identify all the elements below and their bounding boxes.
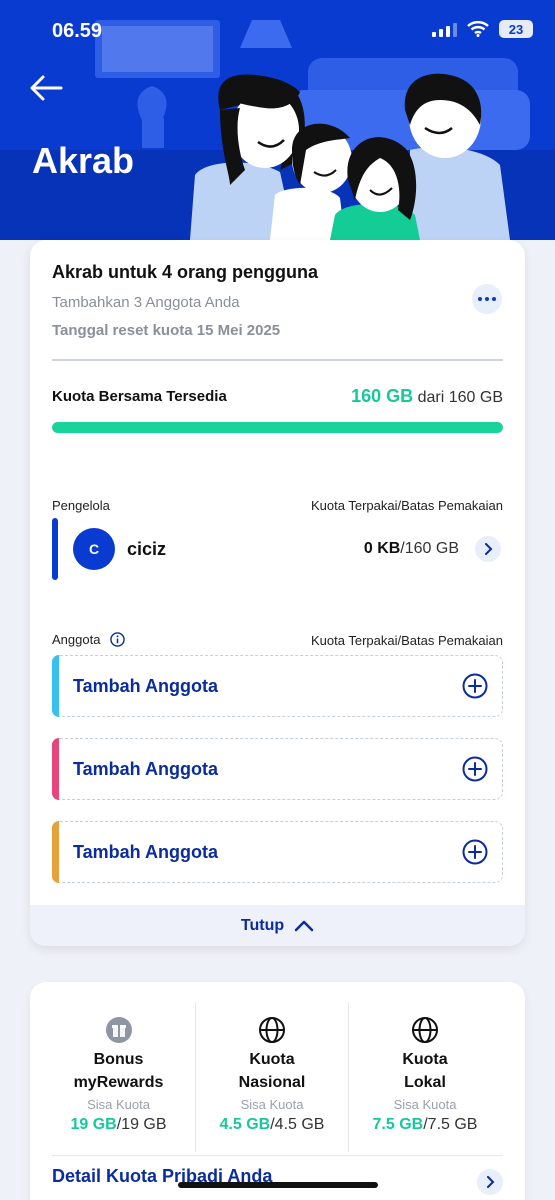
members-usage-header: Kuota Terpakai/Batas Pemakaian — [311, 633, 503, 648]
akrab-plan-card: Akrab untuk 4 orang pengguna Tambahkan 3… — [30, 240, 525, 946]
back-arrow-icon[interactable] — [28, 72, 64, 104]
plan-subtitle: Tambahkan 3 Anggota Anda — [52, 294, 240, 311]
quota-name-line2: myRewards — [73, 1074, 164, 1091]
member-accent — [52, 738, 59, 800]
header-banner: 06.59 23 Akrab — [0, 0, 555, 240]
shared-quota-available: 160 GB — [351, 386, 414, 406]
quota-remaining: 19 GB — [70, 1116, 117, 1133]
shared-quota-bar-fill — [52, 422, 503, 433]
shared-quota-total: dari 160 GB — [413, 389, 503, 406]
member-accent — [52, 821, 59, 883]
shared-quota-value: 160 GB dari 160 GB — [351, 386, 503, 407]
signal-icon — [432, 21, 457, 37]
status-time: 06.59 — [52, 20, 103, 42]
more-options-button[interactable] — [472, 284, 502, 314]
quota-column-lokal[interactable]: Kuota Lokal Sisa Kuota 7.5 GB/7.5 GB — [348, 1002, 501, 1152]
manager-row[interactable]: C ciciz 0 KB/160 GB — [52, 518, 503, 580]
quota-remaining: 4.5 GB — [219, 1116, 271, 1133]
collapse-button[interactable]: Tutup — [30, 905, 525, 946]
reset-date: Tanggal reset kuota 15 Mei 2025 — [52, 322, 281, 339]
quota-sub: Sisa Kuota — [393, 1097, 457, 1112]
member-accent — [52, 655, 59, 717]
collapse-label: Tutup — [240, 916, 285, 934]
quota-value: 7.5 GB/7.5 GB — [349, 1116, 501, 1134]
manager-usage-header: Kuota Terpakai/Batas Pemakaian — [311, 498, 503, 513]
quota-total: /4.5 GB — [270, 1116, 325, 1133]
quota-name-line2: Nasional — [238, 1074, 306, 1091]
quota-name-line1: Kuota — [402, 1051, 448, 1068]
chevron-right-icon — [487, 1176, 495, 1188]
quota-total: /7.5 GB — [423, 1116, 478, 1133]
quota-column-rewards[interactable]: Bonus myRewards Sisa Kuota 19 GB/19 GB — [42, 1002, 195, 1152]
manager-accent — [52, 518, 58, 580]
add-member-slot[interactable]: Tambah Anggota — [52, 821, 503, 883]
manager-name: ciciz — [127, 539, 167, 559]
home-indicator — [178, 1182, 378, 1188]
chevron-up-icon — [294, 920, 314, 931]
plus-circle-icon[interactable] — [462, 673, 488, 699]
more-dot-icon — [485, 297, 489, 301]
gift-icon — [105, 1017, 132, 1043]
plan-title: Akrab untuk 4 orang pengguna — [52, 262, 319, 282]
quota-value: 4.5 GB/4.5 GB — [196, 1116, 348, 1134]
add-member-slot[interactable]: Tambah Anggota — [52, 655, 503, 717]
add-member-label: Tambah Anggota — [73, 676, 218, 696]
quota-name-line1: Bonus — [93, 1051, 144, 1068]
globe-icon — [412, 1017, 438, 1043]
chevron-right-icon — [485, 543, 493, 555]
more-dot-icon — [492, 297, 496, 301]
manager-used: 0 KB — [363, 540, 401, 557]
manager-usage: 0 KB/160 GB — [364, 540, 459, 558]
divider — [52, 1155, 503, 1156]
quota-sub: Sisa Kuota — [87, 1097, 150, 1112]
quota-total: /19 GB — [116, 1116, 167, 1133]
quota-value: 19 GB/19 GB — [42, 1116, 195, 1134]
add-member-label: Tambah Anggota — [73, 759, 218, 779]
quota-sub: Sisa Kuota — [240, 1097, 304, 1112]
add-member-label: Tambah Anggota — [73, 842, 218, 862]
plus-circle-icon[interactable] — [462, 839, 488, 865]
plus-circle-icon[interactable] — [462, 756, 488, 782]
members-label-text: Anggota — [52, 632, 101, 647]
battery-icon: 23 — [499, 20, 533, 38]
personal-quota-card: Bonus myRewards Sisa Kuota 19 GB/19 GB K… — [30, 982, 525, 1200]
manager-section-label: Pengelola — [52, 498, 110, 513]
detail-quota-button[interactable] — [477, 1169, 503, 1195]
wifi-icon — [467, 21, 489, 37]
members-section-label: Anggota — [52, 632, 125, 647]
avatar: C — [73, 528, 115, 570]
quota-name-line2: Lokal — [404, 1074, 446, 1091]
manager-limit: /160 GB — [400, 540, 459, 557]
more-dot-icon — [478, 297, 482, 301]
status-icons: 23 — [432, 20, 533, 38]
globe-icon — [259, 1017, 285, 1043]
quota-name-line1: Kuota — [249, 1051, 295, 1068]
divider — [52, 359, 503, 361]
shared-quota-bar — [52, 422, 503, 433]
quota-remaining: 7.5 GB — [372, 1116, 424, 1133]
add-member-slot[interactable]: Tambah Anggota — [52, 738, 503, 800]
quota-column-nasional[interactable]: Kuota Nasional Sisa Kuota 4.5 GB/4.5 GB — [195, 1002, 348, 1152]
info-icon[interactable] — [110, 632, 125, 647]
page-title: Akrab — [32, 140, 135, 181]
manager-detail-button[interactable] — [475, 536, 501, 562]
shared-quota-label: Kuota Bersama Tersedia — [52, 388, 227, 405]
